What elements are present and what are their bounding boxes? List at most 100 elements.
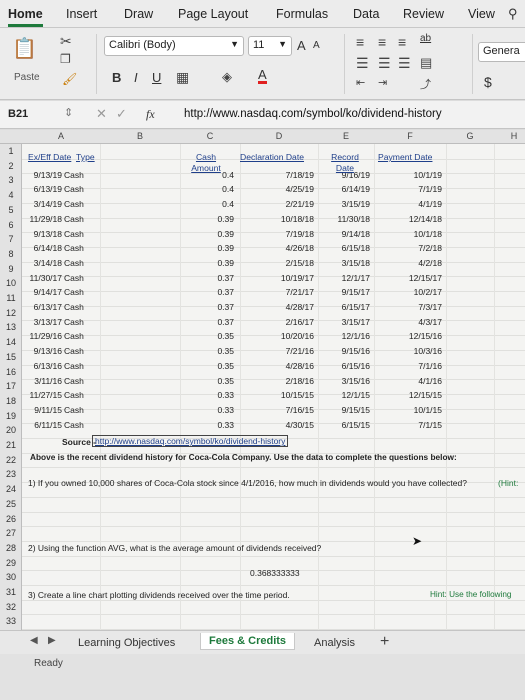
cell-ex-date[interactable]: 3/14/18 <box>26 258 62 268</box>
check-icon[interactable]: ✓ <box>116 106 127 122</box>
grow-font-button[interactable]: A <box>297 38 306 53</box>
cell-type[interactable]: Cash <box>64 184 94 194</box>
cell-declaration[interactable]: 7/21/16 <box>272 346 314 356</box>
row-header[interactable]: 24 <box>0 484 22 494</box>
format-painter-icon[interactable]: 🖌 <box>62 72 77 86</box>
cell-declaration[interactable]: 7/19/18 <box>272 229 314 239</box>
cell-ex-date[interactable]: 6/11/15 <box>26 420 62 430</box>
cell-payment-date[interactable]: 4/1/19 <box>400 199 442 209</box>
cell-payment-date[interactable]: 12/15/15 <box>400 390 442 400</box>
row-header[interactable]: 8 <box>0 249 22 259</box>
formula-input[interactable]: http://www.nasdaq.com/symbol/ko/dividend… <box>184 108 442 120</box>
cell-cash-amount[interactable]: 0.39 <box>200 229 234 239</box>
fill-color-icon[interactable]: ◈ <box>222 69 232 85</box>
cell-record-date[interactable]: 9/15/16 <box>326 346 370 356</box>
cell-type[interactable]: Cash <box>64 317 94 327</box>
fx-icon[interactable]: fx <box>146 107 155 122</box>
cell-cash-amount[interactable]: 0.39 <box>200 243 234 253</box>
currency-format-button[interactable]: $ <box>484 74 492 90</box>
row-header[interactable]: 29 <box>0 558 22 568</box>
cell-record-date[interactable]: 9/15/17 <box>326 287 370 297</box>
row-header[interactable]: 3 <box>0 175 22 185</box>
cell-record-date[interactable]: 6/14/19 <box>326 184 370 194</box>
cell-type[interactable]: Cash <box>64 243 94 253</box>
cell-ex-date[interactable]: 9/13/19 <box>26 170 62 180</box>
row-header[interactable]: 4 <box>0 190 22 200</box>
cell-declaration[interactable]: 10/19/17 <box>272 273 314 283</box>
cell-payment-date[interactable]: 10/1/19 <box>400 170 442 180</box>
cell-payment-date[interactable]: 10/1/18 <box>400 229 442 239</box>
column-header-h[interactable]: H <box>494 131 525 141</box>
row-header[interactable]: 30 <box>0 572 22 582</box>
cell-ex-date[interactable]: 9/13/18 <box>26 229 62 239</box>
tab-formulas[interactable]: Formulas <box>276 7 328 21</box>
cell-declaration[interactable]: 7/21/17 <box>272 287 314 297</box>
decrease-indent-icon[interactable]: ⇤ <box>356 76 365 89</box>
number-format-select[interactable]: Genera <box>478 42 525 62</box>
cell-payment-date[interactable]: 10/1/15 <box>400 405 442 415</box>
header-ex-date[interactable]: Ex/Eff Date <box>28 152 71 162</box>
underline-button[interactable]: U <box>152 70 161 85</box>
cell-record-date[interactable]: 3/15/19 <box>326 199 370 209</box>
cell-declaration[interactable]: 4/28/16 <box>272 361 314 371</box>
cell-cash-amount[interactable]: 0.35 <box>200 376 234 386</box>
align-left-icon[interactable]: ☰ <box>356 55 369 72</box>
row-header[interactable]: 13 <box>0 322 22 332</box>
cell-payment-date[interactable]: 7/1/19 <box>400 184 442 194</box>
cell-ex-date[interactable]: 6/13/16 <box>26 361 62 371</box>
tab-page-layout[interactable]: Page Layout <box>178 7 248 21</box>
next-sheet-icon[interactable]: ▶ <box>48 635 56 646</box>
cell-record-date[interactable]: 9/15/15 <box>326 405 370 415</box>
cell-payment-date[interactable]: 7/3/17 <box>400 302 442 312</box>
cell-declaration[interactable]: 2/15/18 <box>272 258 314 268</box>
cell-declaration[interactable]: 2/21/19 <box>272 199 314 209</box>
tab-view[interactable]: View <box>468 7 495 21</box>
column-header-d[interactable]: D <box>240 131 318 141</box>
row-header[interactable]: 5 <box>0 205 22 215</box>
cell-record-date[interactable]: 12/1/15 <box>326 390 370 400</box>
column-header-a[interactable]: A <box>22 131 100 141</box>
cell-cash-amount[interactable]: 0.35 <box>200 331 234 341</box>
cell-payment-date[interactable]: 4/3/17 <box>400 317 442 327</box>
cell-type[interactable]: Cash <box>64 390 94 400</box>
header-declaration-date[interactable]: Declaration Date <box>240 152 304 162</box>
cell-cash-amount[interactable]: 0.37 <box>200 317 234 327</box>
cell-declaration[interactable]: 10/20/16 <box>272 331 314 341</box>
cell-type[interactable]: Cash <box>64 229 94 239</box>
row-header[interactable]: 18 <box>0 396 22 406</box>
row-header[interactable]: 12 <box>0 308 22 318</box>
align-bottom-icon[interactable]: ≡ <box>398 34 406 50</box>
lightbulb-icon[interactable]: ⚲ <box>508 6 518 22</box>
cell-type[interactable]: Cash <box>64 287 94 297</box>
row-header[interactable]: 28 <box>0 543 22 553</box>
cell-record-date[interactable]: 12/1/17 <box>326 273 370 283</box>
cell-record-date[interactable]: 6/15/18 <box>326 243 370 253</box>
row-header[interactable]: 15 <box>0 352 22 362</box>
name-box[interactable]: B21 <box>4 105 54 124</box>
prev-sheet-icon[interactable]: ◀ <box>30 635 38 646</box>
row-header[interactable]: 33 <box>0 616 22 626</box>
cell-type[interactable]: Cash <box>64 273 94 283</box>
cell-record-date[interactable]: 11/30/18 <box>326 214 370 224</box>
cell-payment-date[interactable]: 4/2/18 <box>400 258 442 268</box>
row-header[interactable]: 17 <box>0 381 22 391</box>
cell-type[interactable]: Cash <box>64 331 94 341</box>
cell-type[interactable]: Cash <box>64 258 94 268</box>
column-header-g[interactable]: G <box>446 131 494 141</box>
align-center-icon[interactable]: ☰ <box>378 55 391 72</box>
cell-declaration[interactable]: 2/16/17 <box>272 317 314 327</box>
row-header[interactable]: 31 <box>0 587 22 597</box>
tab-review[interactable]: Review <box>403 7 444 21</box>
cell-ex-date[interactable]: 6/13/17 <box>26 302 62 312</box>
cell-cash-amount[interactable]: 0.35 <box>200 346 234 356</box>
row-header[interactable]: 9 <box>0 264 22 274</box>
cell-record-date[interactable]: 6/15/17 <box>326 302 370 312</box>
cell-type[interactable]: Cash <box>64 302 94 312</box>
cell-cash-amount[interactable]: 0.33 <box>200 420 234 430</box>
header-cash-amount[interactable]: Cash Amount <box>186 152 226 174</box>
increase-indent-icon[interactable]: ⇥ <box>378 76 387 89</box>
sheet-tab-learning-objectives[interactable]: Learning Objectives <box>70 635 183 651</box>
cell-ex-date[interactable]: 6/14/18 <box>26 243 62 253</box>
cell-cash-amount[interactable]: 0.39 <box>200 214 234 224</box>
italic-button[interactable]: I <box>134 70 138 85</box>
